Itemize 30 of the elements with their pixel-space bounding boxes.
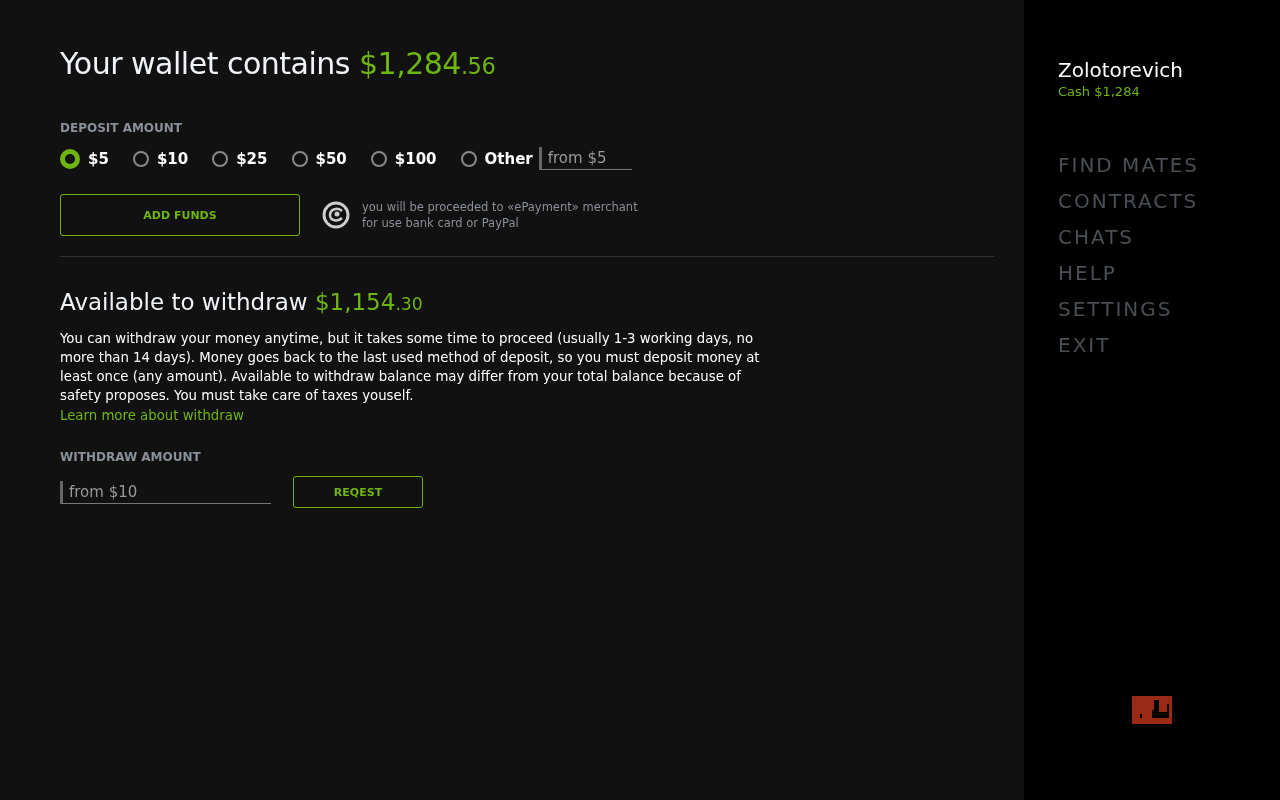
withdraw-amount: $1,154.30 [314, 289, 423, 315]
cash-balance: Cash $1,284 [1058, 84, 1141, 99]
radio-icon[interactable] [460, 150, 477, 167]
withdraw-label: WITHDRAW AMOUNT [60, 450, 202, 464]
withdraw-description: You can withdraw your money anytime, but it takes some time to proceed (usually 1-3 working days, no more than 14 days). Money goes back to the last used method of deposit, so you must deposit money at least once (any amount). Available to withdraw balance may differ from your total balance because of safety proposes. You must take care of taxes youself. [60, 330, 760, 405]
request-button[interactable]: REQEST [293, 476, 423, 508]
merchant-note: you will be proceeded to «ePayment» merchant [362, 199, 638, 215]
other-amount-field[interactable]: from $5 [538, 147, 632, 170]
user-name: Zolotorevich [1058, 58, 1184, 82]
wallet-title: Your wallet contains [60, 46, 350, 81]
add-funds-button[interactable]: ADD FUNDS [60, 194, 300, 236]
payment-logo-icon [322, 201, 350, 229]
radio-icon[interactable] [291, 150, 308, 167]
learn-more-link[interactable]: Learn more about withdraw [60, 408, 244, 423]
radio-icon[interactable] [370, 150, 387, 167]
withdraw-title: Available to withdraw [60, 289, 308, 315]
logo-icon [1132, 696, 1172, 724]
deposit-label: DEPOSIT AMOUNT [60, 121, 184, 135]
radio-icon[interactable] [212, 150, 229, 167]
amount-radio[interactable]: Other [460, 149, 533, 168]
radio-icon[interactable] [60, 148, 80, 169]
radio-icon[interactable] [132, 150, 149, 167]
amount-radio[interactable]: $25 [212, 149, 268, 168]
amount-radio[interactable]: $5 [60, 148, 109, 169]
merchant-note: for use bank card or PayPal [362, 215, 520, 231]
withdraw-amount-field[interactable]: from $10 [60, 480, 271, 504]
amount-radio[interactable]: $50 [291, 149, 347, 168]
wallet-amount: $1,284.56 [358, 46, 496, 81]
amount-radio[interactable]: $10 [132, 149, 189, 168]
amount-radio[interactable]: $100 [370, 149, 437, 168]
